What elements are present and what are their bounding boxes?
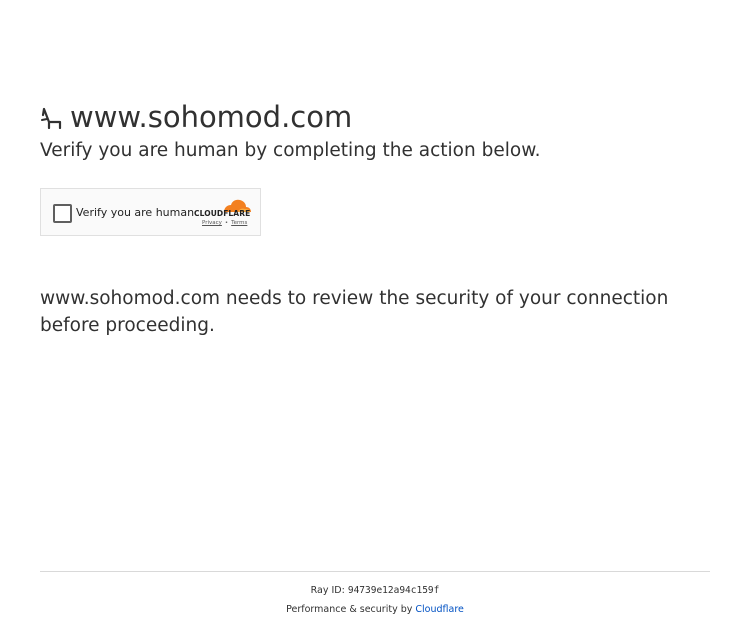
- cloudflare-links: Privacy • Terms: [202, 220, 247, 227]
- performance-line: Performance & security by Cloudflare: [0, 604, 750, 616]
- security-message: www.sohomod.com needs to review the secu…: [40, 288, 669, 336]
- cloudflare-link[interactable]: Cloudflare: [415, 604, 463, 615]
- footer-divider: [40, 571, 710, 572]
- turnstile-widget: Verify you are human CLOUDFLARE Privacy •…: [40, 188, 261, 236]
- page-subtitle: Verify you are human by completing the a…: [40, 140, 541, 161]
- site-header: www.sohomod.com: [40, 98, 352, 136]
- ray-id-value: 94739e12a94c159f: [347, 585, 440, 596]
- cloudflare-wordmark: CLOUDFLARE: [194, 209, 251, 218]
- terms-link[interactable]: Terms: [231, 220, 247, 226]
- verify-label[interactable]: Verify you are human: [76, 205, 194, 220]
- chair-icon: [40, 105, 64, 129]
- privacy-link[interactable]: Privacy: [202, 220, 222, 226]
- site-title: www.sohomod.com: [70, 100, 353, 134]
- ray-id-line: Ray ID: 94739e12a94c159f: [0, 585, 750, 597]
- ray-id-label: Ray ID:: [310, 585, 345, 596]
- verify-checkbox[interactable]: [53, 204, 72, 223]
- performance-text: Performance & security by: [286, 604, 413, 615]
- links-separator: •: [224, 220, 229, 226]
- challenge-page: www.sohomod.com Verify you are human by …: [0, 0, 750, 628]
